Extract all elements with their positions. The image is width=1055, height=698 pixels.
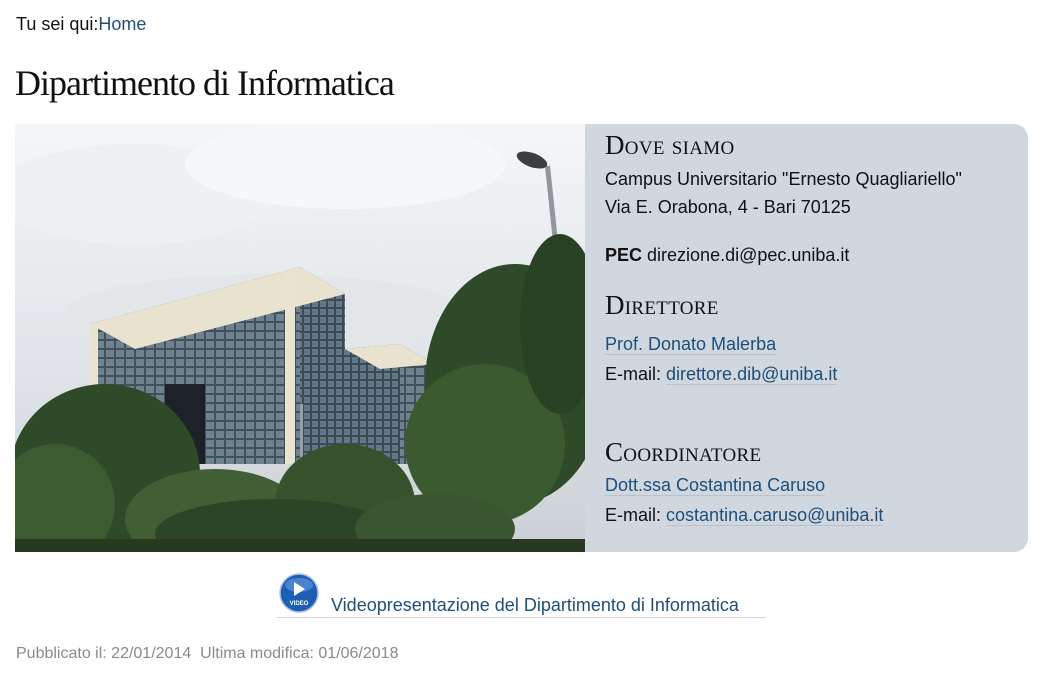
coordinator-email-label: E-mail:	[605, 505, 662, 525]
director-line: Prof. Donato Malerba	[605, 334, 777, 355]
pec-line: PEC direzione.di@pec.uniba.it	[605, 245, 849, 266]
coordinator-heading: Coordinatore	[605, 437, 762, 467]
coordinator-email-line: E-mail: costantina.caruso@uniba.it	[605, 505, 884, 526]
publication-meta: Pubblicato il: 22/01/2014 Ultima modific…	[16, 645, 398, 663]
director-email-link[interactable]: direttore.dib@uniba.it	[666, 364, 838, 385]
campus-text: Campus Universitario "Ernesto Quagliarie…	[605, 169, 962, 189]
video-presentation-link[interactable]: Videopresentazione del Dipartimento di I…	[331, 595, 739, 616]
breadcrumb-home-link[interactable]: Home	[98, 14, 146, 34]
director-heading: Direttore	[605, 290, 719, 320]
breadcrumb-prefix: Tu sei qui:	[16, 14, 99, 34]
director-email-label: E-mail:	[605, 364, 662, 384]
pec-label: PEC	[605, 245, 643, 265]
modified-date: Ultima modifica: 01/06/2018	[200, 645, 399, 662]
published-date: Pubblicato il: 22/01/2014	[16, 645, 192, 662]
department-building-photo	[15, 124, 585, 552]
address-text: Via E. Orabona, 4 - Bari 70125	[605, 197, 851, 217]
coordinator-email-link[interactable]: costantina.caruso@uniba.it	[666, 505, 884, 526]
video-icon-label: VIDEO	[290, 601, 309, 607]
info-panel: Dove siamo Campus Universitario "Ernesto…	[585, 124, 1028, 552]
coordinator-name-link[interactable]: Dott.ssa Costantina Caruso	[605, 475, 826, 496]
video-presentation[interactable]: VIDEO Videopresentazione del Dipartiment…	[277, 573, 766, 618]
director-email-line: E-mail: direttore.dib@uniba.it	[605, 364, 838, 385]
video-play-icon[interactable]: VIDEO	[279, 573, 319, 613]
breadcrumb: Tu sei qui:Home	[16, 14, 146, 35]
hero-section: Dove siamo Campus Universitario "Ernesto…	[15, 124, 1028, 552]
pec-email: direzione.di@pec.uniba.it	[647, 245, 850, 265]
page-title: Dipartimento di Informatica	[15, 63, 395, 103]
location-heading: Dove siamo	[605, 130, 735, 160]
director-name-link[interactable]: Prof. Donato Malerba	[605, 334, 777, 355]
coordinator-line: Dott.ssa Costantina Caruso	[605, 475, 826, 496]
